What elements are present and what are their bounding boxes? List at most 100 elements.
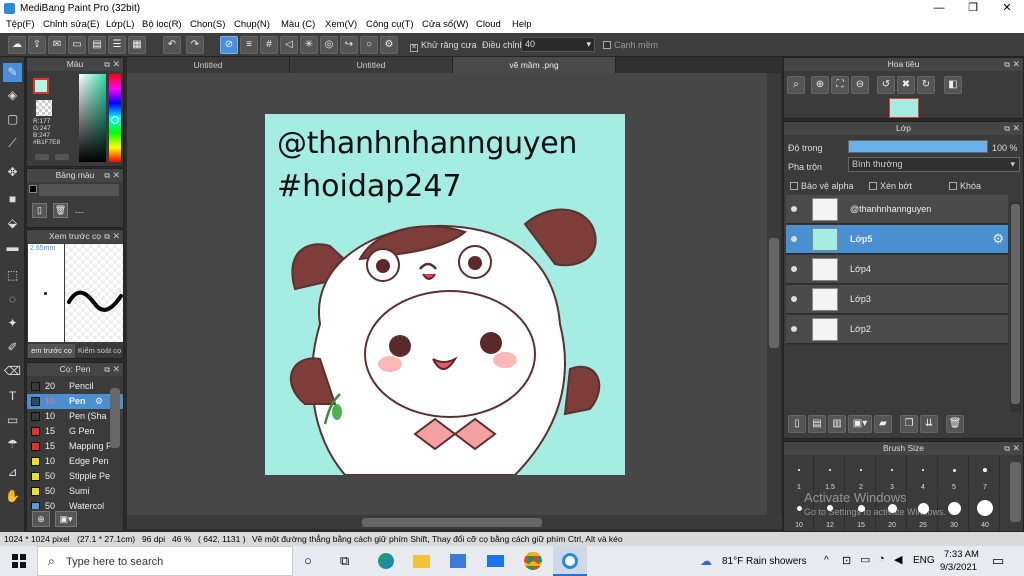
foreground-color-swatch[interactable]	[33, 78, 49, 94]
rotate-right-icon[interactable]: ↻	[917, 76, 935, 94]
medibang-taskbar-button[interactable]	[553, 546, 587, 576]
rect-tool-icon[interactable]: ▢	[3, 110, 22, 129]
move-tool-icon[interactable]: ✥	[3, 163, 22, 182]
eraser-tool-icon[interactable]: ◈	[3, 86, 22, 105]
saturation-picker[interactable]	[79, 74, 106, 162]
reset-button[interactable]	[55, 154, 69, 160]
brush-item[interactable]: 10 Edge Pen	[27, 454, 123, 469]
weather-text[interactable]: 81°F Rain showers	[722, 556, 807, 567]
bucket-tool-icon[interactable]: ⬙	[3, 214, 22, 233]
tab-brush-preview[interactable]: em trước cọ	[28, 344, 75, 358]
horizontal-scroll-thumb[interactable]	[362, 518, 542, 527]
eye-icon[interactable]	[791, 266, 797, 272]
new-layer-icon[interactable]: ▯	[788, 415, 806, 433]
grid-icon[interactable]: ▦	[128, 36, 146, 54]
chevron-up-icon[interactable]: ^	[824, 555, 829, 566]
menu-tools[interactable]: Công cụ(T)	[366, 19, 414, 30]
gear-icon[interactable]: ⚙	[992, 231, 1004, 247]
folder-icon[interactable]: ▰	[874, 415, 892, 433]
merge-layer-icon[interactable]: ⇊	[920, 415, 938, 433]
eye-icon[interactable]	[791, 326, 797, 332]
divide-tool-icon[interactable]: ▭	[3, 411, 22, 430]
flip-icon[interactable]: ◧	[944, 76, 962, 94]
layer-menu-icon[interactable]: ▣▾	[848, 415, 872, 433]
task-view-icon[interactable]: ⧉	[340, 553, 349, 569]
vertical-scrollbar[interactable]	[767, 73, 781, 515]
brush-item[interactable]: 50 Watercol	[27, 499, 123, 509]
eye-icon[interactable]	[791, 296, 797, 302]
select-eraser-tool-icon[interactable]: ⌫	[3, 362, 22, 381]
brush-size-cell[interactable]: 2	[847, 456, 876, 493]
palette-swatch[interactable]	[29, 185, 37, 193]
popout-icon[interactable]: ⧉	[1004, 122, 1010, 135]
brush-size-scrollbar[interactable]	[1010, 462, 1021, 522]
clock-time[interactable]: 7:33 AM	[944, 549, 979, 560]
close-icon[interactable]: ✕	[112, 58, 120, 71]
file-explorer-icon[interactable]	[413, 555, 430, 568]
menu-color[interactable]: Màu (C)	[281, 19, 315, 30]
radial-snap-icon[interactable]: ✳	[300, 36, 318, 54]
redo-icon[interactable]: ↷	[186, 36, 204, 54]
share-icon[interactable]: ⇪	[28, 36, 46, 54]
eyedropper-tool-icon[interactable]: ⊿	[3, 463, 22, 482]
language-indicator[interactable]: ENG	[913, 555, 935, 566]
vanish-snap-icon[interactable]: ◁	[280, 36, 298, 54]
tab-untitled-1[interactable]: Untitled	[127, 57, 290, 73]
vertical-scroll-thumb[interactable]	[769, 238, 779, 348]
cross-snap-icon[interactable]: #	[260, 36, 278, 54]
duplicate-layer-icon[interactable]: ❐	[900, 415, 918, 433]
wifi-icon[interactable]: ◔	[878, 553, 885, 565]
line-tool-icon[interactable]: ⟋	[3, 134, 22, 153]
brush-item[interactable]: 15 Mapping P	[27, 439, 123, 454]
correction-select[interactable]: 40 ▾	[521, 37, 595, 52]
brush-menu-icon[interactable]: ▣▾	[55, 511, 77, 527]
zoom-out-icon[interactable]: ⊖	[851, 76, 869, 94]
brush-item[interactable]: 15 G Pen	[27, 424, 123, 439]
gear-icon[interactable]: ⚙	[95, 394, 103, 409]
close-button[interactable]: ✕	[990, 0, 1024, 17]
close-icon[interactable]: ✕	[1012, 122, 1020, 135]
lock-checkbox[interactable]: Khóa	[949, 181, 981, 191]
menu-filter[interactable]: Bộ lọc(R)	[142, 19, 182, 30]
new-palette-icon[interactable]: ▯	[32, 203, 47, 218]
tab-untitled-2[interactable]: Untitled	[290, 57, 453, 73]
protect-alpha-checkbox[interactable]: Bảo vệ alpha	[790, 181, 854, 191]
actual-size-icon[interactable]: ⛶	[831, 76, 849, 94]
cloud-icon[interactable]: ☁	[8, 36, 26, 54]
blend-mode-select[interactable]: Bình thường ▾	[848, 157, 1020, 172]
background-color-swatch[interactable]	[36, 100, 52, 116]
edge-browser-icon[interactable]	[378, 553, 394, 569]
close-icon[interactable]: ✕	[112, 230, 120, 243]
clock-date[interactable]: 9/3/2021	[940, 562, 977, 573]
list-icon[interactable]: ☰	[108, 36, 126, 54]
volume-icon[interactable]: ◀	[894, 553, 902, 566]
zoom-fit-icon[interactable]: ⌕	[787, 76, 805, 94]
eye-icon[interactable]	[791, 206, 797, 212]
popout-icon[interactable]: ⧉	[1004, 442, 1010, 455]
new-halftone-layer-icon[interactable]: ▤	[808, 415, 826, 433]
menu-edit[interactable]: Chỉnh sửa(E)	[43, 19, 100, 30]
menu-select[interactable]: Chọn(S)	[190, 19, 225, 30]
maximize-button[interactable]: ❐	[956, 0, 990, 17]
rotate-left-icon[interactable]: ↺	[877, 76, 895, 94]
popout-icon[interactable]: ⧉	[104, 58, 110, 71]
panel-icon[interactable]: ▤	[88, 36, 106, 54]
menu-layer[interactable]: Lớp(L)	[106, 19, 134, 30]
brush-item[interactable]: 50 Stipple Pe	[27, 469, 123, 484]
brush-size-cell[interactable]: 5	[940, 456, 969, 493]
select-tool-icon[interactable]: ⬚	[3, 266, 22, 285]
snap-off-icon[interactable]: ⊘	[220, 36, 238, 54]
eye-icon[interactable]	[791, 236, 797, 242]
minimize-button[interactable]: —	[922, 0, 956, 17]
brush-item[interactable]: 10 Pen (Sha	[27, 409, 123, 424]
layer-row[interactable]: Lớp2	[786, 315, 1008, 344]
close-icon[interactable]: ✕	[1012, 442, 1020, 455]
new-8bit-layer-icon[interactable]: ▥	[828, 415, 846, 433]
brush-item[interactable]: 10 Pen ⚙	[27, 394, 123, 409]
lasso-tool-icon[interactable]: ◌	[3, 290, 22, 309]
layer-scroll-thumb[interactable]	[1011, 204, 1020, 404]
layer-row[interactable]: Lớp4	[786, 255, 1008, 284]
menu-window[interactable]: Cửa sổ(W)	[422, 19, 468, 30]
notification-icon[interactable]: ▭	[992, 553, 1004, 569]
popout-icon[interactable]: ⧉	[104, 230, 110, 243]
